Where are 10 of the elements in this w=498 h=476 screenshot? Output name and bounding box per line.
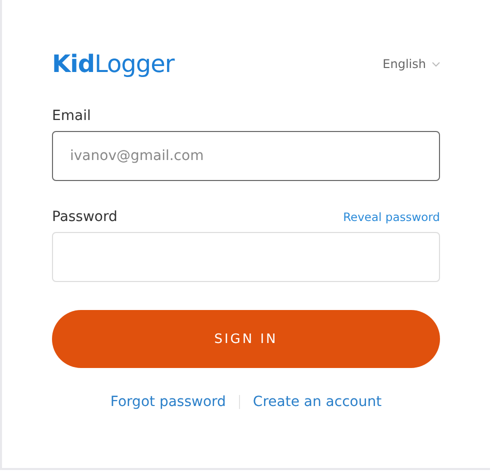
reveal-password-link[interactable]: Reveal password: [343, 210, 440, 224]
chevron-down-icon: [432, 62, 440, 66]
language-selector[interactable]: English: [382, 57, 440, 71]
input-field[interactable]: ivanov@gmail.com: [52, 131, 440, 181]
link[interactable]: Create an account: [252, 394, 382, 410]
sign-in-button[interactable]: SIGN IN: [52, 310, 440, 368]
logo: KidLogger: [52, 50, 174, 78]
link[interactable]: Forgot password: [110, 394, 226, 410]
field-label: Email: [52, 108, 91, 124]
field-label: Password: [52, 209, 118, 225]
